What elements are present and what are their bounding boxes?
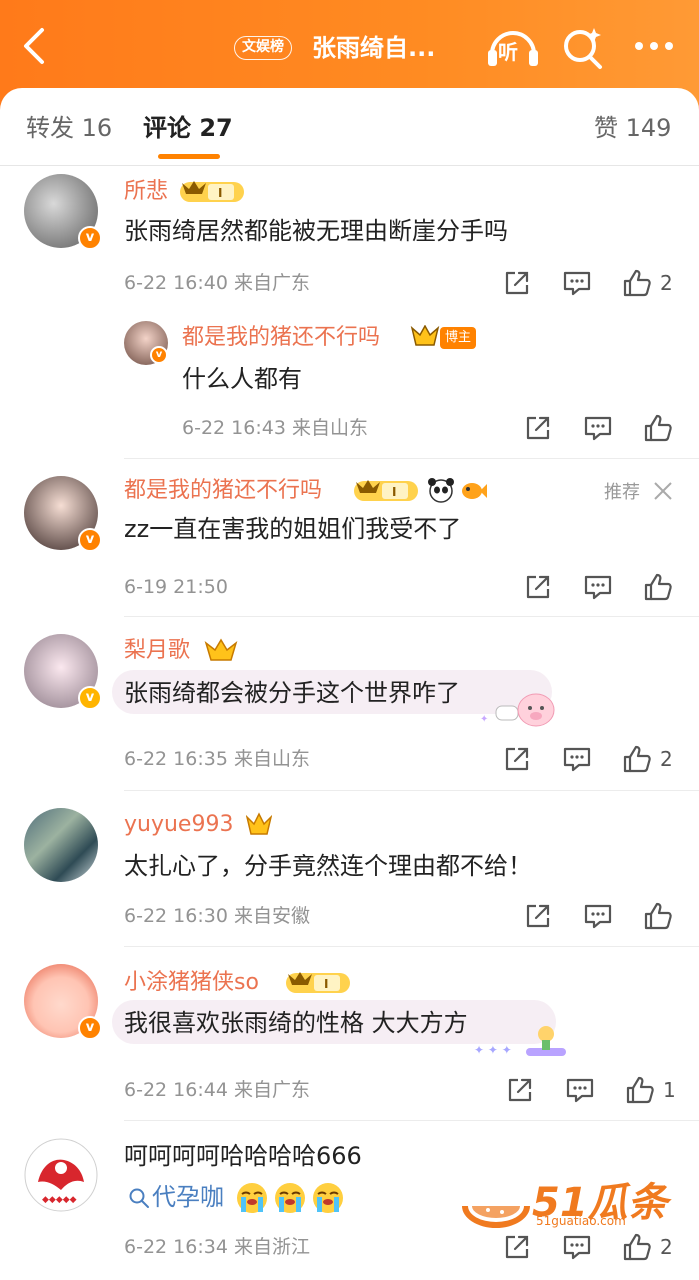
comment-divider bbox=[124, 790, 699, 791]
tab-likes[interactable]: 赞 149 bbox=[594, 112, 671, 144]
watermark: 51瓜条 51guatiao.com bbox=[458, 1170, 688, 1240]
page-title: 张雨绮自... bbox=[312, 34, 436, 62]
like-icon[interactable] bbox=[643, 413, 673, 443]
comment-text: 张雨绮都会被分手这个世界咋了 bbox=[124, 679, 460, 707]
like-icon[interactable] bbox=[625, 1075, 655, 1105]
reply-meta: 6-22 16:43 来自山东 bbox=[182, 417, 368, 439]
like-icon[interactable] bbox=[643, 901, 673, 931]
vip-crown-badge-icon: I bbox=[354, 480, 418, 501]
search-icon bbox=[129, 1188, 149, 1208]
fish-icon bbox=[462, 483, 487, 499]
crown-badge-icon bbox=[246, 812, 272, 835]
reply-icon[interactable] bbox=[583, 901, 613, 931]
watermelon-logo-icon bbox=[462, 1206, 530, 1228]
comment-text: zz一直在害我的姐姐们我受不了 bbox=[124, 515, 462, 543]
comment-text: 我很喜欢张雨绮的性格 大大方方 bbox=[124, 1009, 468, 1037]
like-icon[interactable] bbox=[622, 268, 652, 298]
svg-text:I: I bbox=[218, 186, 222, 200]
username[interactable]: 梨月歌 bbox=[124, 636, 190, 666]
search-button[interactable] bbox=[556, 24, 610, 72]
pig-sticker-icon: ✦ bbox=[480, 693, 555, 727]
comment-meta: 6-22 16:30 来自安徽 bbox=[124, 905, 310, 927]
tab-comments[interactable]: 评论 27 bbox=[143, 112, 233, 144]
crying-emoji-icon bbox=[237, 1183, 343, 1213]
reply-icon[interactable] bbox=[562, 744, 592, 774]
reply-text: 什么人都有 bbox=[182, 365, 302, 393]
reply-icon[interactable] bbox=[583, 572, 613, 602]
comment-meta: 6-22 16:44 来自广东 bbox=[124, 1079, 310, 1101]
share-icon[interactable] bbox=[523, 901, 553, 931]
tabs-divider bbox=[0, 165, 699, 166]
username[interactable]: 都是我的猪还不行吗 bbox=[124, 476, 322, 506]
reply-icon[interactable] bbox=[565, 1075, 595, 1105]
reply-icon[interactable] bbox=[562, 268, 592, 298]
author-badge: 博主 bbox=[440, 327, 477, 349]
listen-button[interactable]: 听 bbox=[486, 24, 540, 72]
watermark-url: 51guatiao.com bbox=[536, 1214, 626, 1228]
close-icon[interactable] bbox=[652, 480, 674, 502]
comment-text: 太扎心了，分手竟然连个理由都不给！ bbox=[124, 852, 532, 880]
comment-divider bbox=[124, 458, 699, 459]
tab-repost[interactable]: 转发 16 bbox=[26, 112, 112, 144]
verified-badge-icon: v bbox=[78, 226, 102, 250]
verified-badge-icon: v bbox=[78, 528, 102, 552]
more-dots-icon bbox=[635, 42, 673, 50]
vip-crown-badge-icon: I bbox=[286, 972, 350, 993]
share-icon[interactable] bbox=[523, 572, 553, 602]
crown-badge-icon bbox=[204, 638, 238, 661]
comment-meta: 6-19 21:50 bbox=[124, 576, 228, 598]
recommend-label: 推荐 bbox=[604, 482, 640, 503]
avatar[interactable]: ◆◆◆◆◆ bbox=[24, 1138, 98, 1212]
svg-text:◆◆◆◆◆: ◆◆◆◆◆ bbox=[42, 1195, 77, 1205]
username[interactable]: yuyue993 bbox=[124, 810, 233, 840]
comment-meta: 6-22 16:34 来自浙江 bbox=[124, 1236, 310, 1258]
topic-search-text: 代孕咖 bbox=[152, 1183, 224, 1211]
listen-label: 听 bbox=[498, 40, 518, 64]
chevron-left-icon bbox=[24, 28, 44, 64]
more-button[interactable] bbox=[630, 24, 684, 72]
like-count: 2 bbox=[660, 271, 673, 295]
svg-text:✦: ✦ bbox=[480, 714, 488, 725]
little-prince-sticker-icon: ✦ ✦ ✦ bbox=[474, 1026, 566, 1057]
share-icon[interactable] bbox=[502, 744, 532, 774]
comment-meta: 6-22 16:40 来自广东 bbox=[124, 272, 310, 294]
category-tag[interactable]: 文娱榜 bbox=[234, 36, 292, 60]
comment-divider bbox=[124, 1120, 699, 1121]
comment-meta: 6-22 16:35 来自山东 bbox=[124, 748, 310, 770]
back-button[interactable] bbox=[18, 26, 54, 66]
svg-text:✦ ✦ ✦: ✦ ✦ ✦ bbox=[474, 1043, 512, 1057]
like-count: 1 bbox=[663, 1078, 676, 1102]
comment-text: 张雨绮居然都能被无理由断崖分手吗 bbox=[124, 217, 508, 245]
comment-divider bbox=[124, 616, 699, 617]
share-icon[interactable] bbox=[505, 1075, 535, 1105]
like-count: 2 bbox=[660, 747, 673, 771]
username[interactable]: 所悲 bbox=[124, 177, 168, 207]
avatar[interactable] bbox=[24, 808, 98, 882]
svg-text:I: I bbox=[324, 977, 328, 991]
verified-badge-icon: v bbox=[78, 1016, 102, 1040]
search-sparkle-icon bbox=[564, 28, 602, 69]
verified-badge-icon: v bbox=[78, 686, 102, 710]
svg-text:I: I bbox=[392, 485, 396, 499]
comment-text: 呵呵呵呵哈哈哈哈666 bbox=[124, 1142, 362, 1170]
share-icon[interactable] bbox=[502, 268, 532, 298]
verified-badge-icon: v bbox=[150, 346, 168, 364]
reply-icon[interactable] bbox=[583, 413, 613, 443]
share-icon[interactable] bbox=[523, 413, 553, 443]
panda-icon bbox=[428, 478, 454, 503]
username[interactable]: 都是我的猪还不行吗 bbox=[182, 323, 380, 353]
crown-badge-icon bbox=[410, 325, 440, 346]
comment-divider bbox=[124, 946, 699, 947]
like-icon[interactable] bbox=[622, 744, 652, 774]
vip-crown-badge-icon: I bbox=[180, 181, 244, 202]
active-tab-indicator bbox=[158, 154, 220, 159]
username[interactable]: 小涂猪猪侠so bbox=[124, 968, 259, 998]
like-icon[interactable] bbox=[643, 572, 673, 602]
